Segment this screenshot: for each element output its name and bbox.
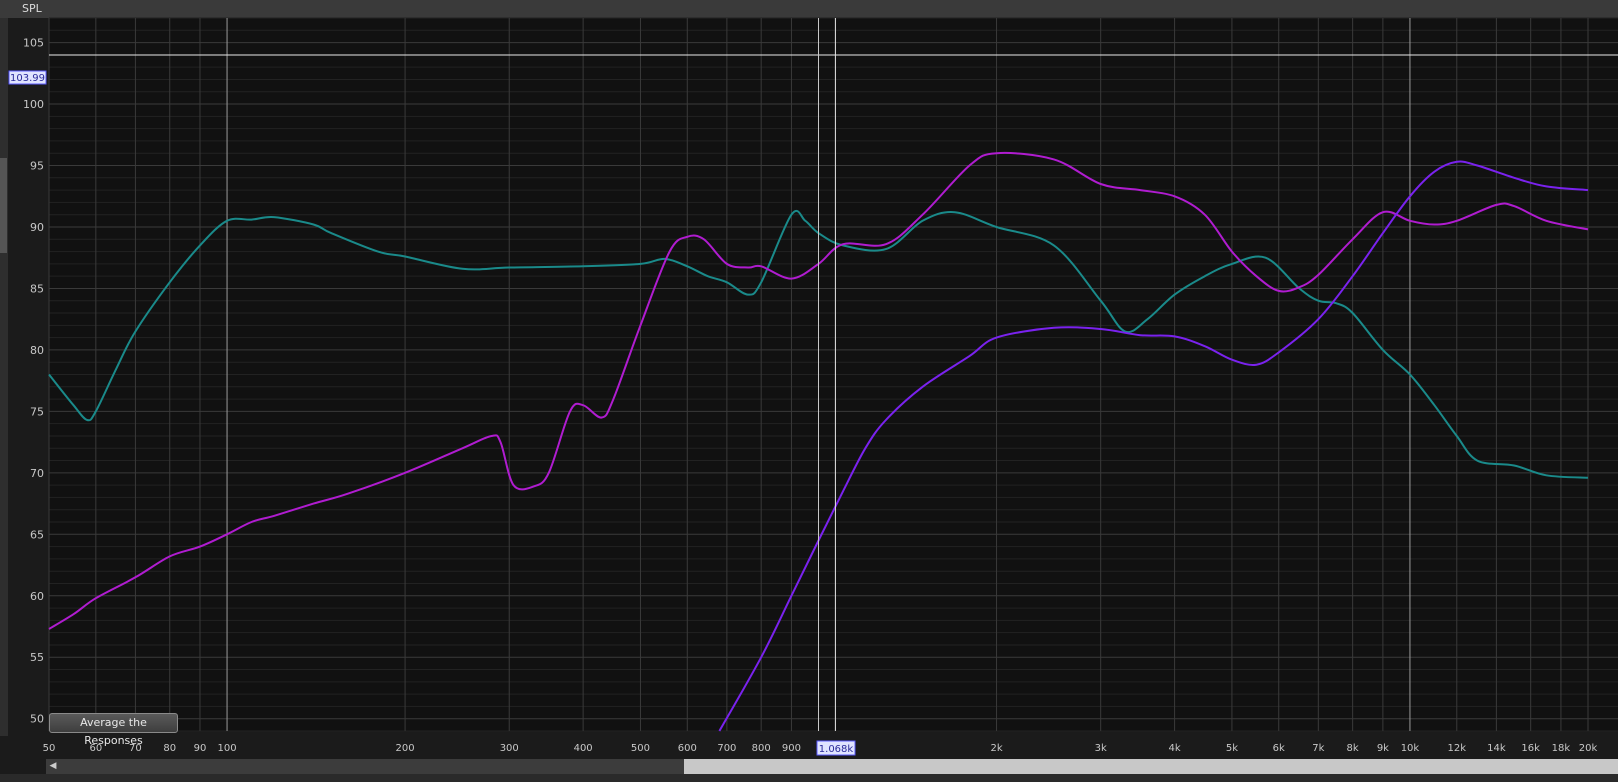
x-tick-label: 9k: [1377, 743, 1389, 754]
x-tick-label: 300: [500, 743, 519, 754]
x-tick-label: 4k: [1169, 743, 1181, 754]
x-tick-label: 100: [217, 743, 236, 754]
y-tick-label: 70: [30, 467, 44, 480]
y-tick-labels: 50 55 60 65 70 75 80 85 90 95 100 105: [23, 37, 44, 726]
x-tick-label: 16k: [1521, 743, 1540, 754]
x-tick-label: 2k: [990, 743, 1002, 754]
horizontal-scrollbar[interactable]: ◀: [46, 759, 1618, 774]
y-tick-label: 65: [30, 528, 44, 541]
x-tick-label: 400: [574, 743, 593, 754]
x-tick-label: 80: [163, 743, 176, 754]
x-tick-label: 7k: [1312, 743, 1324, 754]
x-tick-label: 200: [396, 743, 415, 754]
x-tick-label: 6k: [1273, 743, 1285, 754]
scroll-left-arrow-icon[interactable]: ◀: [46, 759, 60, 774]
cursor-y-value: 103.99: [10, 73, 45, 84]
x-tick-label: 14k: [1487, 743, 1506, 754]
y-tick-label: 75: [30, 405, 44, 418]
y-tick-label: 105: [23, 37, 44, 50]
x-tick-label: 700: [717, 743, 736, 754]
cursor-x-readout: 1.068k: [816, 740, 856, 756]
x-tick-label: 12k: [1448, 743, 1467, 754]
x-tick-label: 20k: [1579, 743, 1598, 754]
average-responses-button[interactable]: Average the Responses: [49, 713, 178, 747]
x-tick-label: 800: [752, 743, 771, 754]
x-tick-label: 10k: [1401, 743, 1420, 754]
y-tick-label: 85: [30, 282, 44, 295]
x-tick-label: 18k: [1552, 743, 1571, 754]
y-tick-label: 60: [30, 590, 44, 603]
cursor-x-value: 1.068k: [819, 744, 854, 755]
y-tick-label: 80: [30, 344, 44, 357]
y-tick-label: 50: [30, 713, 44, 726]
spl-chart: 50 55 60 65 70 75 80 85 90 95 100 105 50 60 70 80 90 100…: [8, 17, 1618, 756]
y-tick-label: 100: [23, 98, 44, 111]
y-tick-label: 95: [30, 160, 44, 173]
x-tick-label: 8k: [1347, 743, 1359, 754]
x-tick-label: 600: [678, 743, 697, 754]
horizontal-scroll-thumb[interactable]: [60, 759, 684, 774]
bottom-bar: [0, 774, 1618, 782]
cursor-y-readout: 103.99: [8, 70, 47, 85]
x-tick-label: 3k: [1095, 743, 1107, 754]
x-tick-label: 5k: [1226, 743, 1238, 754]
x-tick-label: 50: [43, 743, 56, 754]
y-tick-label: 55: [30, 651, 44, 664]
y-tick-label: 90: [30, 221, 44, 234]
x-tick-label: 900: [782, 743, 801, 754]
x-tick-label: 90: [194, 743, 207, 754]
x-tick-label: 500: [631, 743, 650, 754]
